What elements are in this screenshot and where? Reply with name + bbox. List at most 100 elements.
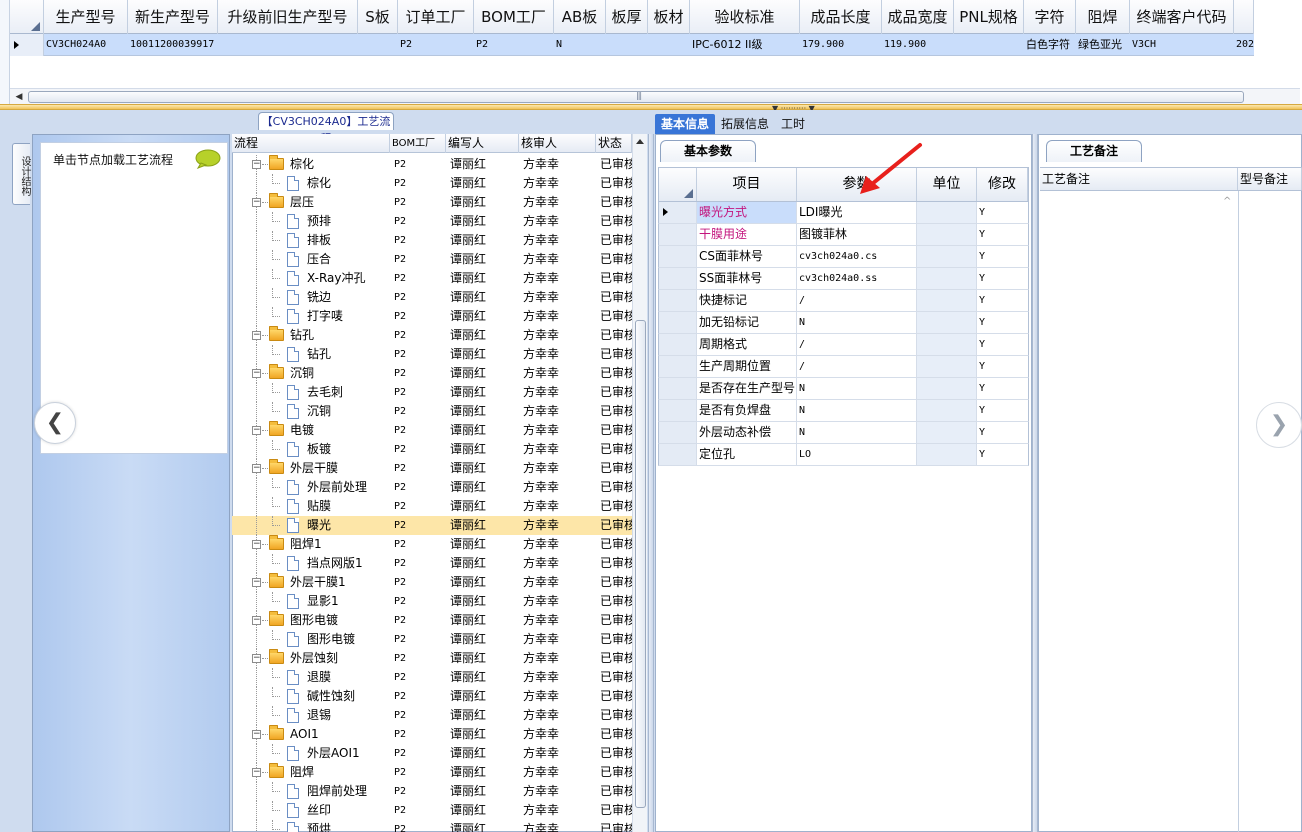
- param-value-cell[interactable]: /: [797, 290, 917, 311]
- param-editable-cell[interactable]: Y: [977, 378, 1028, 399]
- tree-node[interactable]: − 层压: [232, 193, 390, 212]
- column-header[interactable]: 生产型号: [44, 0, 128, 34]
- column-header[interactable]: AB板: [554, 0, 606, 34]
- param-editable-cell[interactable]: Y: [977, 290, 1028, 311]
- grid-cell[interactable]: 白色字符: [1024, 34, 1076, 56]
- param-editable-cell[interactable]: Y: [977, 246, 1028, 267]
- grid-corner-selector[interactable]: [10, 0, 44, 34]
- tree-node[interactable]: 板镀: [232, 440, 390, 459]
- process-tree-row[interactable]: 预烘 P2 谭丽红 方幸幸 已审核: [232, 820, 632, 832]
- param-editable-cell[interactable]: Y: [977, 224, 1028, 245]
- param-editable-cell[interactable]: Y: [977, 400, 1028, 421]
- row-selector[interactable]: [659, 356, 697, 377]
- param-value-cell[interactable]: /: [797, 334, 917, 355]
- grid-cell[interactable]: [954, 34, 1024, 56]
- tree-node[interactable]: − 外层干膜1: [232, 573, 390, 592]
- param-unit-cell[interactable]: [917, 268, 977, 289]
- process-tree-row[interactable]: 去毛刺 P2 谭丽红 方幸幸 已审核: [232, 383, 632, 402]
- param-editable-cell[interactable]: Y: [977, 268, 1028, 289]
- product-grid-hscrollbar[interactable]: ◀ |||: [10, 88, 1300, 104]
- collapse-toggle-icon[interactable]: −: [252, 331, 261, 340]
- collapse-toggle-icon[interactable]: −: [252, 540, 261, 549]
- tree-column-header[interactable]: 编写人: [446, 134, 519, 153]
- tree-node[interactable]: − 钻孔: [232, 326, 390, 345]
- side-tab-design-structure[interactable]: 设计结构: [12, 143, 30, 205]
- process-tree-row[interactable]: 图形电镀 P2 谭丽红 方幸幸 已审核: [232, 630, 632, 649]
- collapse-toggle-icon[interactable]: −: [252, 768, 261, 777]
- process-tree-row[interactable]: − 阻焊 P2 谭丽红 方幸幸 已审核: [232, 763, 632, 782]
- tab-1[interactable]: 拓展信息: [715, 114, 775, 134]
- column-header[interactable]: 阻焊: [1076, 0, 1130, 34]
- param-value-cell[interactable]: N: [797, 378, 917, 399]
- grid-cell[interactable]: P2: [398, 34, 474, 56]
- product-grid-row[interactable]: CV3CH024A0 10011200039917 P2 P2 N IPC-6012 II…: [10, 34, 1254, 56]
- row-selector[interactable]: [659, 224, 697, 245]
- tree-node[interactable]: 阻焊前处理: [232, 782, 390, 801]
- param-editable-cell[interactable]: Y: [977, 334, 1028, 355]
- row-selector[interactable]: [659, 202, 697, 223]
- collapse-toggle-icon[interactable]: −: [252, 616, 261, 625]
- param-value-cell[interactable]: N: [797, 422, 917, 443]
- tree-node[interactable]: 退锡: [232, 706, 390, 725]
- grid-cell[interactable]: 2026-: [1234, 34, 1254, 56]
- column-header[interactable]: 验收标准: [690, 0, 800, 34]
- notes-column-header[interactable]: 型号备注: [1238, 168, 1302, 190]
- column-header[interactable]: 板材: [648, 0, 690, 34]
- process-tree-row[interactable]: − 钻孔 P2 谭丽红 方幸幸 已审核: [232, 326, 632, 345]
- row-selector[interactable]: [659, 334, 697, 355]
- row-selector[interactable]: [659, 444, 697, 465]
- process-tree-row[interactable]: 贴膜 P2 谭丽红 方幸幸 已审核: [232, 497, 632, 516]
- column-header[interactable]: 板厚: [606, 0, 648, 34]
- collapse-toggle-icon[interactable]: −: [252, 578, 261, 587]
- params-corner-selector[interactable]: [659, 168, 697, 201]
- collapse-toggle-icon[interactable]: −: [252, 198, 261, 207]
- tab-basic-params[interactable]: 基本参数: [660, 140, 756, 162]
- params-row[interactable]: 定位孔 LO Y: [658, 444, 1029, 466]
- process-tree-row[interactable]: − 层压 P2 谭丽红 方幸幸 已审核: [232, 193, 632, 212]
- column-header[interactable]: 订单工厂: [398, 0, 474, 34]
- tree-node[interactable]: 钻孔: [232, 345, 390, 364]
- param-unit-cell[interactable]: [917, 444, 977, 465]
- param-unit-cell[interactable]: [917, 202, 977, 223]
- tree-node[interactable]: 排板: [232, 231, 390, 250]
- process-tree-row[interactable]: − 棕化 P2 谭丽红 方幸幸 已审核: [232, 155, 632, 174]
- column-header[interactable]: 终端客户代码: [1130, 0, 1234, 34]
- params-column-header[interactable]: 修改: [977, 168, 1028, 201]
- tree-node[interactable]: X-Ray冲孔: [232, 269, 390, 288]
- tab-2[interactable]: 工时: [775, 114, 811, 134]
- param-editable-cell[interactable]: Y: [977, 312, 1028, 333]
- process-tree-row[interactable]: − 沉铜 P2 谭丽红 方幸幸 已审核: [232, 364, 632, 383]
- grid-cell[interactable]: P2: [474, 34, 554, 56]
- param-editable-cell[interactable]: Y: [977, 202, 1028, 223]
- tree-node[interactable]: 图形电镀: [232, 630, 390, 649]
- scroll-left-icon[interactable]: ◀: [12, 91, 26, 103]
- tree-node[interactable]: − 电镀: [232, 421, 390, 440]
- param-editable-cell[interactable]: Y: [977, 444, 1028, 465]
- row-selector[interactable]: [659, 422, 697, 443]
- grid-cell[interactable]: 10011200039917: [128, 34, 218, 56]
- tree-column-header[interactable]: 流程: [232, 134, 390, 153]
- column-header[interactable]: 升级前旧生产型号: [218, 0, 358, 34]
- tab-process-notes[interactable]: 工艺备注: [1046, 140, 1142, 162]
- param-value-cell[interactable]: 图镀菲林: [797, 224, 917, 245]
- process-tree-row[interactable]: 压合 P2 谭丽红 方幸幸 已审核: [232, 250, 632, 269]
- collapse-toggle-icon[interactable]: −: [252, 654, 261, 663]
- grid-cell[interactable]: IPC-6012 II级: [690, 34, 800, 56]
- param-editable-cell[interactable]: Y: [977, 356, 1028, 377]
- params-row[interactable]: 是否存在生产型号 N Y: [658, 378, 1029, 400]
- param-value-cell[interactable]: N: [797, 400, 917, 421]
- process-tree-row[interactable]: 铣边 P2 谭丽红 方幸幸 已审核: [232, 288, 632, 307]
- column-header[interactable]: S板: [358, 0, 398, 34]
- collapse-toggle-icon[interactable]: −: [252, 160, 261, 169]
- process-tree-row[interactable]: − 外层干膜 P2 谭丽红 方幸幸 已审核: [232, 459, 632, 478]
- params-row[interactable]: 加无铅标记 N Y: [658, 312, 1029, 334]
- grid-cell[interactable]: 绿色亚光: [1076, 34, 1130, 56]
- grid-cell[interactable]: [648, 34, 690, 56]
- tree-node[interactable]: 退膜: [232, 668, 390, 687]
- param-value-cell[interactable]: /: [797, 356, 917, 377]
- tree-node[interactable]: 沉铜: [232, 402, 390, 421]
- grid-cell[interactable]: 119.900: [882, 34, 954, 56]
- vertical-splitter-left[interactable]: [648, 134, 654, 832]
- process-tree-row[interactable]: 预排 P2 谭丽红 方幸幸 已审核: [232, 212, 632, 231]
- tree-node[interactable]: 预烘: [232, 820, 390, 832]
